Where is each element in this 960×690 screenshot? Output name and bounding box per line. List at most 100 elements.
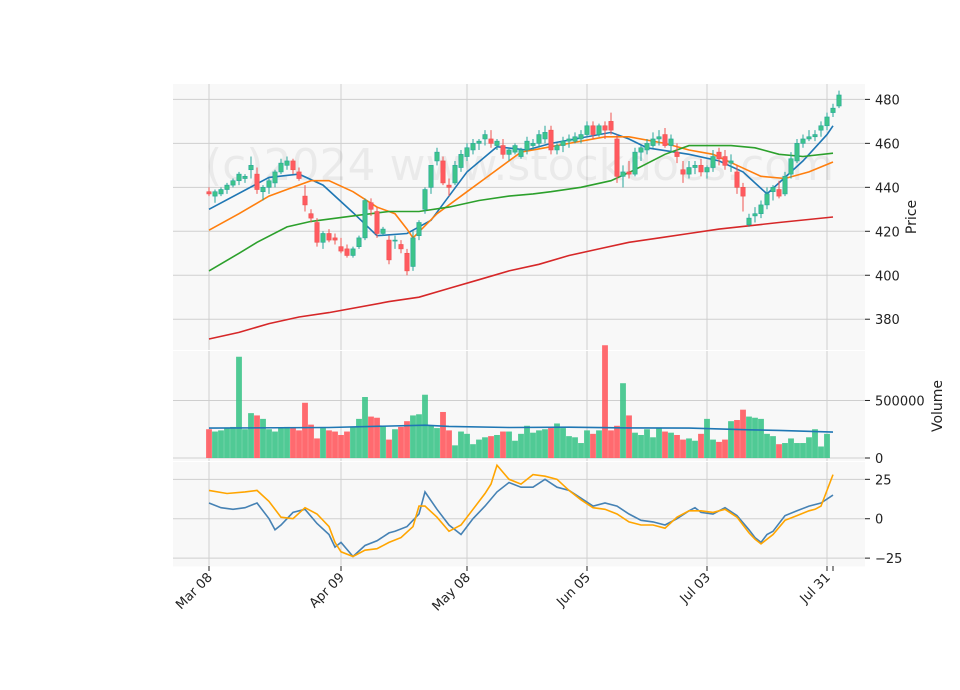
candle-body-up: [434, 151, 440, 162]
candle-body-up: [668, 138, 674, 146]
candle-body-up: [482, 134, 488, 140]
volume-bar: [590, 433, 596, 458]
candle-body-up: [812, 134, 818, 138]
candle-body-down: [548, 129, 554, 151]
volume-bar: [620, 383, 626, 458]
candle-body-up: [620, 171, 626, 177]
candle-body-down: [398, 244, 404, 250]
candle-body-up: [458, 154, 464, 168]
candle-body-down: [446, 184, 452, 188]
volume-bar: [740, 409, 746, 458]
volume-bar: [272, 431, 278, 458]
candle-body-down: [722, 156, 728, 166]
volume-bar: [500, 431, 506, 458]
x-tick-label: Mar 08: [173, 570, 216, 613]
candle-body-up: [260, 187, 266, 193]
candle-body-up: [794, 143, 800, 162]
volume-bar: [434, 428, 440, 458]
volume-bar: [608, 430, 614, 458]
candle-body-down: [488, 138, 494, 144]
volume-bar: [812, 429, 818, 458]
candle-body-up: [350, 248, 356, 256]
volume-bar: [734, 420, 740, 458]
price-panel: (c)2024 www.stockdocs.com 380 400 420 440 46…: [173, 84, 920, 350]
volume-bar: [392, 429, 398, 458]
volume-axis-label: Volume: [930, 380, 946, 432]
candle-body-up: [692, 165, 698, 168]
candle-body-up: [380, 228, 386, 234]
indicator-panel-background: [173, 462, 865, 566]
volume-bar: [728, 421, 734, 458]
volume-bar: [518, 433, 524, 458]
candle-body-up: [764, 193, 770, 206]
candle-body-down: [716, 151, 722, 160]
candle-body-down: [674, 151, 680, 157]
volume-bar: [266, 429, 272, 458]
stock-chart: (c)2024 www.stockdocs.com 380 400 420 440 46…: [173, 84, 946, 614]
candle-body-down: [776, 189, 782, 197]
candle-body-up: [728, 160, 734, 164]
indicator-tick-label: 25: [875, 473, 892, 488]
candle-body-up: [530, 143, 536, 146]
volume-bar: [308, 424, 314, 458]
candle-body-up: [464, 147, 470, 157]
volume-bar: [398, 426, 404, 458]
candle-body-up: [704, 167, 710, 173]
volume-bar: [530, 432, 536, 458]
candle-body-down: [374, 211, 380, 234]
candle-body-up: [824, 116, 830, 127]
volume-bar: [524, 425, 530, 458]
candle-body-down: [296, 171, 302, 179]
indicator-tick-label: −25: [875, 552, 902, 567]
candle-body-up: [788, 158, 794, 175]
candle-body-up: [746, 217, 752, 225]
volume-bar: [218, 430, 224, 458]
candle-body-up: [410, 237, 416, 267]
volume-bar: [560, 428, 566, 458]
candle-body-up: [566, 138, 572, 142]
volume-bar: [380, 425, 386, 458]
volume-bar: [236, 356, 242, 458]
price-axis-label: Price: [904, 200, 920, 234]
candle-body-up: [422, 189, 428, 210]
candle-body-up: [572, 136, 578, 142]
volume-bar: [776, 444, 782, 458]
volume-bar: [626, 415, 632, 458]
candle-body-up: [248, 165, 254, 171]
volume-bar: [824, 433, 830, 458]
volume-bar: [284, 426, 290, 458]
volume-bar: [494, 434, 500, 458]
candle-body-up: [800, 138, 806, 144]
volume-bar: [764, 433, 770, 458]
candle-body-up: [758, 204, 764, 215]
candle-body-down: [404, 252, 410, 272]
watermark: (c)2024 www.stockdocs.com: [205, 140, 834, 191]
candle-body-up: [524, 140, 530, 151]
volume-bar: [572, 437, 578, 458]
volume-bar: [260, 418, 266, 458]
volume-bar: [368, 416, 374, 458]
volume-bar: [668, 432, 674, 458]
candle-body-up: [356, 237, 362, 247]
volume-bar: [536, 430, 542, 458]
candle-body-down: [626, 171, 632, 175]
volume-bar: [656, 428, 662, 458]
candle-body-down: [608, 121, 614, 131]
candle-body-up: [770, 187, 776, 193]
volume-bar: [452, 445, 458, 458]
volume-bar: [752, 417, 758, 458]
volume-bar: [788, 438, 794, 458]
volume-bar: [410, 415, 416, 458]
candle-body-up: [518, 149, 524, 157]
volume-bar: [818, 446, 824, 458]
candle-body-up: [362, 200, 368, 239]
volume-bar: [464, 433, 470, 458]
volume-bar: [470, 444, 476, 458]
candle-body-up: [476, 140, 482, 144]
candle-body-up: [320, 233, 326, 243]
volume-bar: [362, 397, 368, 458]
volume-bar: [458, 431, 464, 458]
candle-body-up: [536, 134, 542, 144]
volume-bar: [224, 428, 230, 458]
volume-bar: [638, 434, 644, 458]
